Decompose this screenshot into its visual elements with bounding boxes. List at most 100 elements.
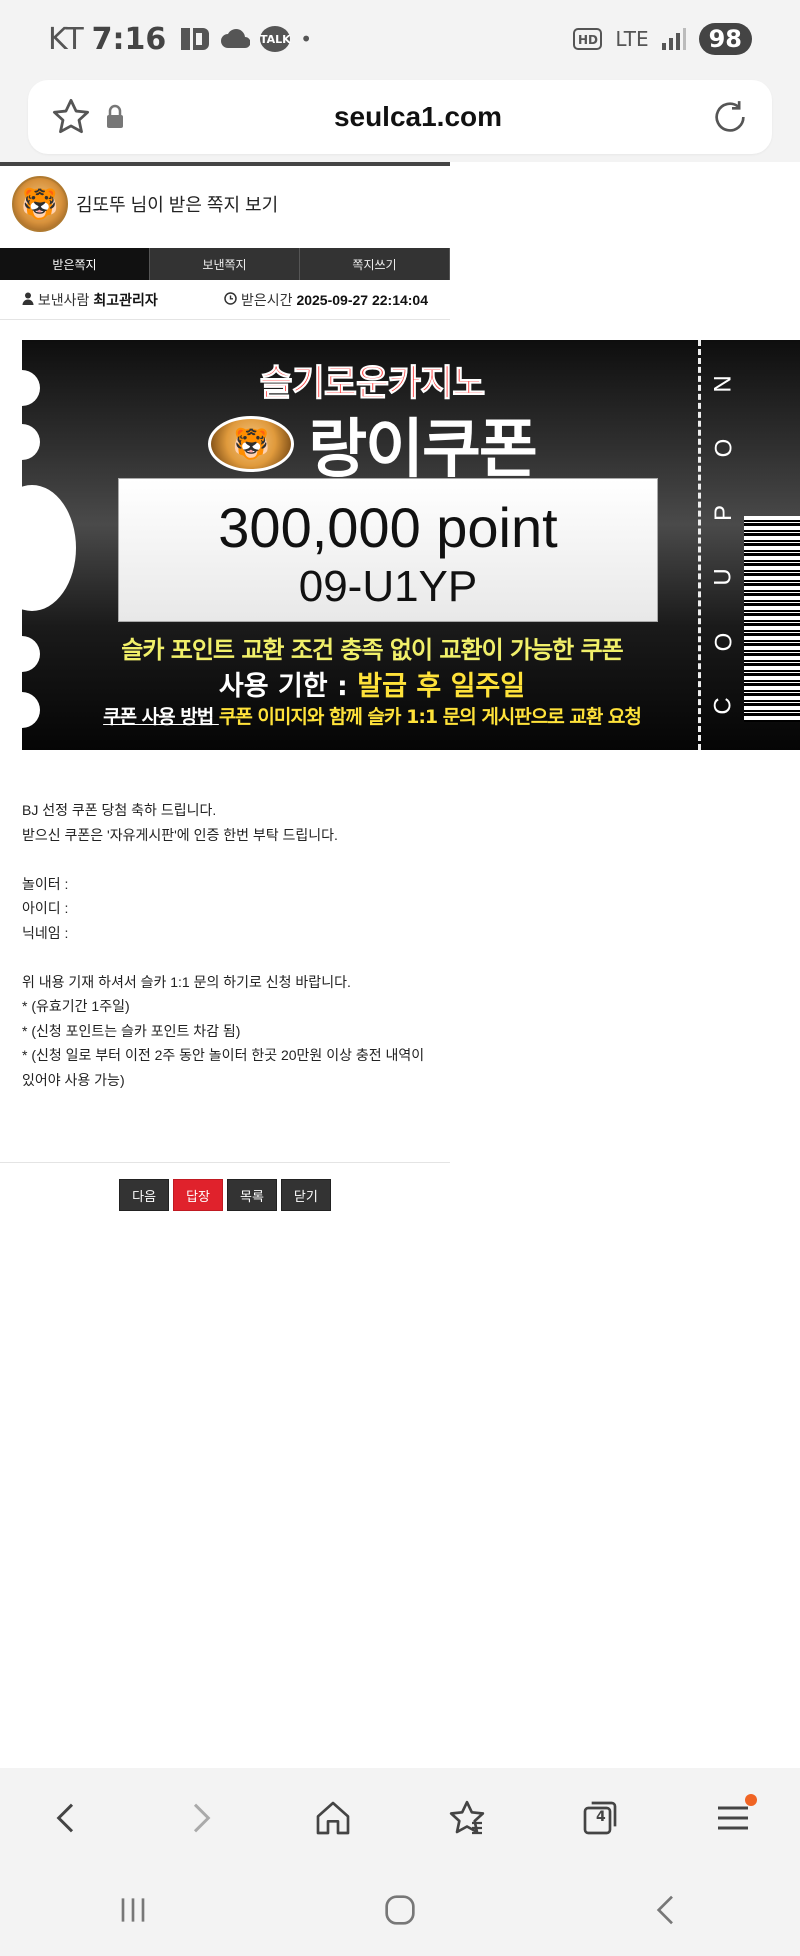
body-line: 있어야 사용 가능) [22, 1071, 125, 1088]
system-back-icon [656, 1895, 673, 1925]
url-text[interactable]: seulca1.com [126, 101, 710, 133]
tab-count: 4 [595, 1809, 606, 1825]
usage-label: 쿠폰 사용 방법 [103, 706, 219, 728]
home-button[interactable] [303, 1788, 363, 1848]
coupon-image: 슬기로운카지노 🐯 랑이쿠폰 300,000 point 09-U1YP 슬카 … [22, 340, 800, 750]
svg-text:HD: HD [578, 33, 598, 47]
received-time: 2025-09-27 22:14:04 [296, 291, 428, 308]
body-line [22, 847, 800, 872]
usage-value: 쿠폰 이미지와 함께 슬카 1:1 문의 게시판으로 교환 요청 [218, 706, 642, 728]
cloud-icon [221, 29, 251, 48]
body-line: 닉네임 : [22, 924, 69, 941]
message-actions: 다음 답장 목록 닫기 [0, 1179, 450, 1211]
coupon-name: 랑이쿠폰 [308, 413, 538, 487]
battery-level: 98 [698, 23, 752, 55]
tab-write[interactable]: 쪽지쓰기 [300, 248, 450, 280]
side-letter: O [709, 632, 737, 651]
carrier-label: KT [48, 21, 84, 57]
message-body: BJ 선정 쿠폰 당첨 축하 드립니다. 받으신 쿠폰은 '자유게시판'에 인증… [0, 798, 800, 1092]
footer-divider [0, 1162, 450, 1163]
list-button[interactable]: 목록 [227, 1179, 277, 1211]
message-view: 🐯 김또뚜 님이 받은 쪽지 보기 받은쪽지 보낸쪽지 쪽지쓰기 보낸사람 최고… [0, 162, 450, 320]
coupon-point-box: 300,000 point 09-U1YP [118, 478, 658, 622]
tiger-logo-icon: 🐯 [208, 416, 295, 472]
body-line: * (신청 포인트는 슬카 포인트 차감 됨) [22, 1022, 241, 1039]
tab-received[interactable]: 받은쪽지 [0, 248, 150, 280]
coupon-points: 300,000 point [218, 496, 558, 559]
notification-dot [745, 1794, 758, 1806]
close-button[interactable]: 닫기 [280, 1179, 331, 1211]
coupon-notch [22, 485, 76, 611]
message-tabs: 받은쪽지 보낸쪽지 쪽지쓰기 [0, 248, 450, 280]
page-title: 김또뚜 님이 받은 쪽지 보기 [76, 195, 279, 215]
system-home-button[interactable] [380, 1890, 420, 1934]
message-header: 🐯 김또뚜 님이 받은 쪽지 보기 [0, 166, 450, 242]
coupon-perforation [698, 340, 701, 750]
body-line: BJ 선정 쿠폰 당첨 축하 드립니다. [22, 802, 217, 818]
received-time-info: 받은시간 2025-09-27 22:14:04 [224, 290, 428, 310]
recent-apps-button[interactable] [113, 1890, 153, 1934]
lte-icon: LTE [615, 27, 649, 51]
back-arrow-icon [56, 1803, 73, 1833]
status-bar: KT 7:16 TALK • HD LTE 98 [0, 0, 800, 78]
message-meta: 보낸사람 최고관리자 받은시간 2025-09-27 22:14:04 [0, 280, 450, 320]
reload-icon[interactable] [710, 97, 750, 137]
reply-button[interactable]: 답장 [173, 1179, 223, 1211]
web-page: 🐯 김또뚜 님이 받은 쪽지 보기 받은쪽지 보낸쪽지 쪽지쓰기 보낸사람 최고… [0, 162, 800, 1768]
body-line: 아이디 : [22, 900, 69, 916]
coupon-side-label: N O P U O C [706, 370, 742, 720]
user-icon [22, 292, 34, 305]
app-notification-icon [181, 28, 210, 50]
system-back-button[interactable] [647, 1890, 687, 1934]
lock-icon [107, 104, 123, 128]
system-icons: HD LTE 98 [573, 23, 752, 55]
body-line: * (유효기간 1주일) [22, 998, 130, 1014]
side-letter: N [710, 375, 737, 393]
tab-sent[interactable]: 보낸쪽지 [150, 248, 300, 280]
coupon-usage: 쿠폰 사용 방법 쿠폰 이미지와 함께 슬카 1:1 문의 게시판으로 교환 요… [22, 702, 722, 729]
system-navigation-bar [0, 1868, 800, 1956]
sender-label: 보낸사람 [37, 291, 90, 308]
sender-info: 보낸사람 최고관리자 [22, 290, 158, 310]
browser-toolbar: 4 [0, 1768, 800, 1868]
clock: 7:16 [91, 21, 167, 57]
forward-button[interactable] [170, 1788, 230, 1848]
bookmarks-star-icon [449, 1800, 484, 1835]
tabs-button[interactable]: 4 [570, 1788, 630, 1848]
bookmark-star-icon[interactable] [50, 96, 92, 138]
validity-label: 사용 기한 : [218, 671, 358, 702]
side-letter: U [710, 568, 737, 586]
coupon-description: 슬카 포인트 교환 조건 충족 없이 교환이 가능한 쿠폰 [121, 636, 624, 664]
address-bar[interactable]: seulca1.com [28, 80, 772, 154]
home-icon [316, 1801, 350, 1835]
back-button[interactable] [37, 1788, 97, 1848]
sender-name: 최고관리자 [93, 291, 158, 308]
system-home-icon [385, 1895, 415, 1925]
kakao-talk-icon: TALK [260, 26, 291, 52]
body-line: 받으신 쿠폰은 '자유게시판'에 인증 한번 부탁 드립니다. [22, 826, 338, 843]
forward-arrow-icon [193, 1803, 211, 1833]
clock-icon [224, 291, 237, 305]
time-label: 받은시간 [241, 291, 293, 308]
menu-button[interactable] [703, 1788, 763, 1848]
notification-icons: TALK • [180, 25, 312, 53]
body-line [22, 945, 800, 970]
action-area: 다음 답장 목록 닫기 [0, 1179, 450, 1211]
side-letter: C [710, 697, 737, 715]
signal-icon [661, 28, 686, 50]
body-line: 놀이터 : [22, 875, 69, 892]
coupon-name-row: 🐯 랑이쿠폰 [22, 398, 722, 490]
recent-apps-icon [121, 1898, 145, 1922]
coupon-validity: 사용 기한 : 발급 후 일주일 [22, 664, 722, 703]
bookmarks-button[interactable] [437, 1788, 497, 1848]
body-line: 위 내용 기재 하셔서 슬카 1:1 문의 하기로 신청 바랍니다. [22, 973, 351, 990]
side-letter: O [709, 439, 737, 458]
side-letter: P [709, 504, 737, 521]
validity-value: 발급 후 일주일 [357, 671, 526, 702]
body-line: * (신청 일로 부터 이전 2주 동안 놀이터 한곳 20만원 이상 충전 내… [22, 1047, 425, 1063]
next-button[interactable]: 다음 [119, 1179, 170, 1211]
barcode [744, 516, 800, 722]
avatar: 🐯 [12, 176, 68, 232]
more-notifications-dot-icon: • [300, 27, 313, 51]
coupon-code: 09-U1YP [298, 562, 478, 611]
